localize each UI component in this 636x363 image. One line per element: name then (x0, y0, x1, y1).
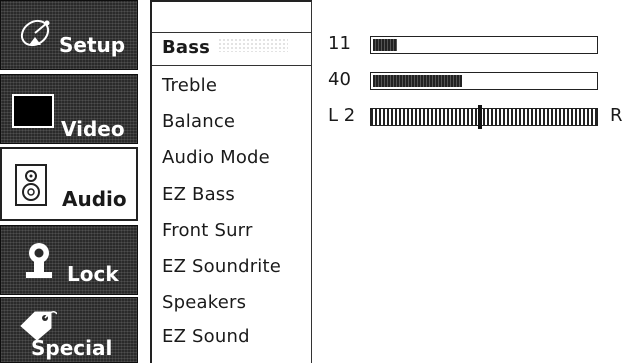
settings-values-panel: 11 40 L 2 R (312, 0, 636, 363)
bass-value: 11 (328, 33, 351, 54)
menu-item-ez-soundrite[interactable]: EZ Soundrite (162, 255, 281, 279)
treble-level-bar[interactable] (370, 72, 598, 90)
selection-dots (218, 38, 288, 52)
balance-value: L 2 (328, 105, 356, 126)
tab-lock-label: Lock (67, 262, 119, 286)
tab-special-label: Special (31, 336, 113, 360)
menu-item-ez-sound[interactable]: EZ Sound (162, 325, 250, 349)
monitor-icon (11, 93, 57, 138)
tab-special[interactable]: Special (0, 297, 138, 363)
tab-setup-label: Setup (59, 33, 126, 57)
balance-slider-handle[interactable] (478, 105, 482, 129)
menu-item-speakers[interactable]: Speakers (162, 291, 246, 315)
bass-level-bar[interactable] (370, 36, 598, 54)
treble-level-fill (373, 75, 462, 87)
menu-item-audio-mode[interactable]: Audio Mode (162, 146, 270, 170)
menu-item-balance[interactable]: Balance (162, 110, 235, 134)
tab-lock[interactable]: Lock (0, 225, 138, 295)
tab-video[interactable]: Video (0, 74, 138, 144)
menu-item-treble[interactable]: Treble (162, 74, 217, 98)
audio-menu-list: Bass Treble Balance Audio Mode EZ Bass F… (150, 0, 312, 363)
treble-value: 40 (328, 69, 351, 90)
padlock-icon (23, 240, 57, 287)
tab-setup[interactable]: Setup (0, 0, 138, 70)
bass-level-fill (373, 39, 397, 51)
menu-item-front-surr[interactable]: Front Surr (162, 219, 253, 243)
menu-item-ez-bass[interactable]: EZ Bass (162, 183, 235, 207)
menu-tabs: Setup Video Audio Lock Special (0, 0, 138, 363)
satellite-dish-icon (17, 15, 57, 60)
balance-slider[interactable] (370, 105, 598, 129)
menu-item-bass[interactable]: Bass (162, 36, 210, 60)
tab-audio[interactable]: Audio (0, 147, 138, 221)
tab-video-label: Video (61, 117, 125, 141)
tab-audio-label: Audio (62, 187, 127, 211)
speaker-icon (14, 163, 50, 214)
balance-right-label: R (610, 105, 623, 126)
